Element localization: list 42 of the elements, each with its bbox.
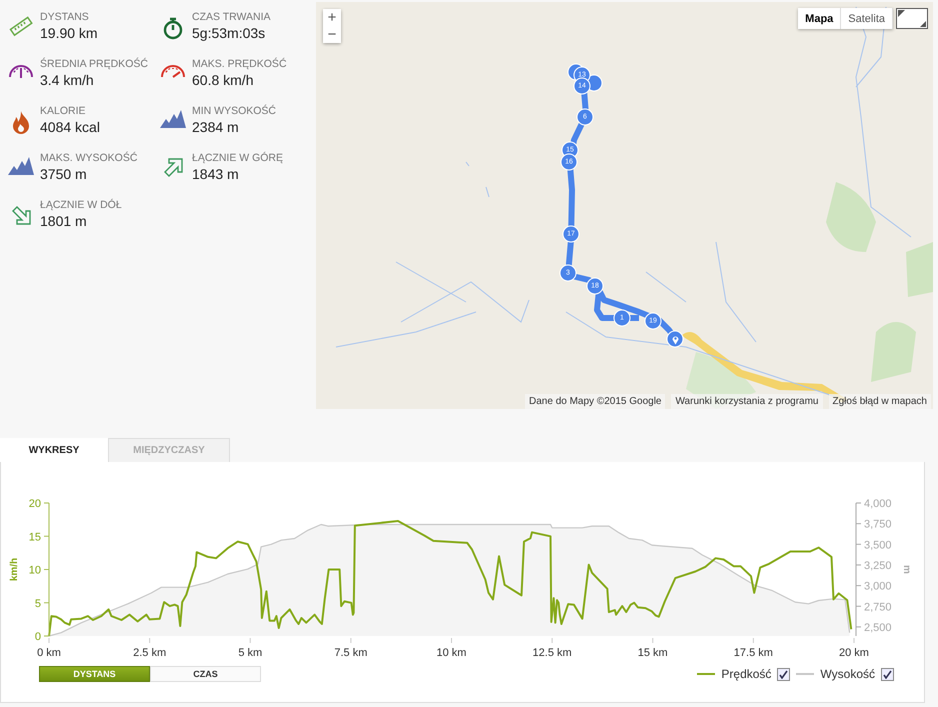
stat-label: CZAS TRWANIA: [192, 10, 272, 25]
axis-tick-label: 0 km: [37, 647, 61, 659]
axis-tick-label: 10: [28, 564, 41, 576]
axis-tick-label: 5 km: [238, 647, 262, 659]
stat-label: ŁĄCZNIE W DÓŁ: [40, 198, 123, 213]
stat-label: DYSTANS: [40, 10, 90, 25]
stat-value: 4084 kcal: [40, 119, 101, 136]
stat-value: 60.8 km/h: [192, 72, 254, 89]
axis-title: km/h: [9, 558, 20, 582]
stat-value: 5g:53m:03s: [192, 25, 266, 42]
axis-tick-label: 4,000: [864, 498, 892, 510]
axis-tick-label: 15 km: [638, 647, 668, 659]
axis-tick-label: 3,000: [864, 580, 892, 593]
axis-tick-label: 17.5 km: [734, 647, 773, 659]
stat-value: 1801 m: [40, 213, 88, 230]
stat-value: 1843 m: [192, 166, 240, 183]
stat-value: 2384 m: [192, 119, 240, 136]
stat-value: 3.4 km/h: [40, 72, 95, 89]
stat-label: MAKS. WYSOKOŚĆ: [40, 151, 138, 166]
axis-tick-label: 2,750: [864, 601, 892, 614]
stat-label: MIN WYSOKOŚĆ: [192, 104, 278, 119]
axis-tick-label: 7.5 km: [334, 647, 368, 659]
axis-tick-label: 10 km: [436, 647, 466, 659]
stat-value: 3750 m: [40, 166, 88, 183]
axis-tick-label: 20: [28, 498, 41, 510]
axis-tick-label: 12.5 km: [532, 647, 572, 659]
axis-tick-label: 15: [28, 531, 41, 544]
axis-title: m: [901, 565, 912, 574]
stat-label: KALORIE: [40, 104, 87, 119]
stat-value: 19.90 km: [40, 25, 99, 42]
axis-tick-label: 2,500: [864, 622, 892, 634]
axis-tick-label: 3,750: [864, 518, 892, 531]
axis-tick-label: 3,500: [864, 539, 892, 552]
axis-tick-label: 5: [34, 598, 41, 610]
axis-tick-label: 3,250: [864, 560, 892, 572]
stat-label: MAKS. PRĘDKOŚĆ: [192, 57, 288, 72]
axis-tick-label: 0: [34, 631, 41, 643]
axis-tick-label: 20 km: [839, 647, 869, 659]
stat-label: ŚREDNIA PRĘDKOŚĆ: [40, 57, 149, 72]
axis-tick-label: 2.5 km: [133, 647, 166, 659]
map-attribution: Dane do Mapy ©2015 Google: [525, 394, 666, 409]
stat-label: ŁĄCZNIE W GÓRĘ: [192, 151, 284, 166]
